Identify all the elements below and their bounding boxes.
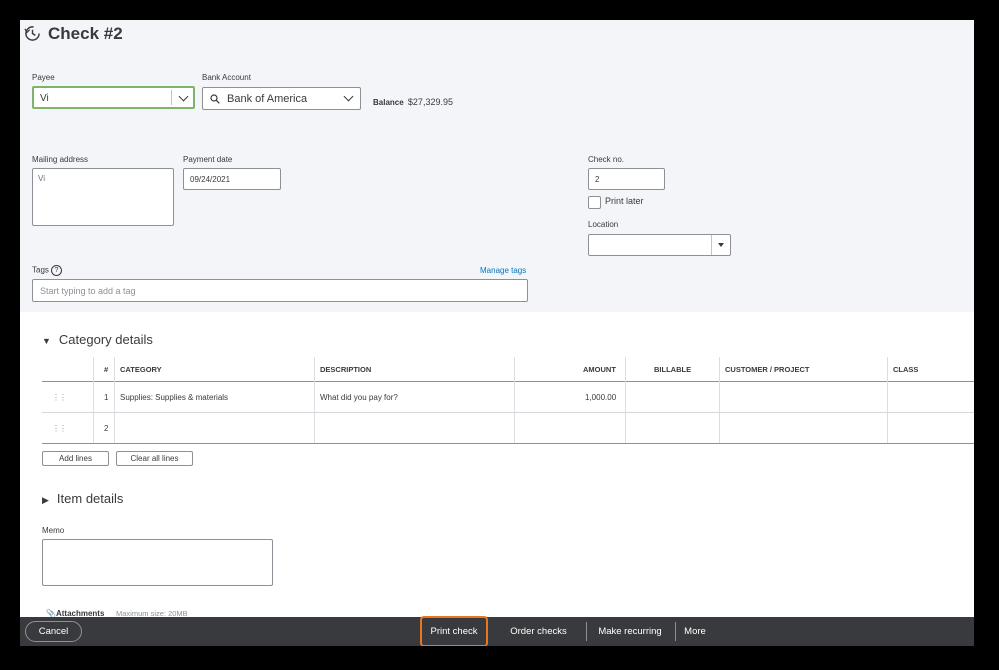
check-no-field[interactable]: 2 <box>588 168 665 190</box>
payment-date-field[interactable]: 09/24/2021 <box>183 168 281 190</box>
col-divider <box>719 357 720 443</box>
location-label: Location <box>588 220 619 229</box>
memo-field[interactable] <box>42 539 273 586</box>
help-icon[interactable]: ? <box>50 265 62 276</box>
print-check-button[interactable]: Print check <box>421 617 487 646</box>
payee-divider <box>171 90 172 105</box>
row-description[interactable]: What did you pay for? <box>320 393 398 402</box>
col-category: CATEGORY <box>120 365 162 374</box>
col-class: CLASS <box>893 365 919 374</box>
mailing-address-value: Vi <box>38 174 45 183</box>
table-row[interactable]: ⋮⋮ 2 <box>42 413 974 444</box>
chevron-down-icon[interactable] <box>178 91 189 102</box>
order-checks-button[interactable]: Order checks <box>501 617 576 646</box>
row-number: 2 <box>104 424 109 433</box>
manage-tags-link[interactable]: Manage tags <box>480 266 526 275</box>
search-icon <box>210 94 220 104</box>
row-category[interactable]: Supplies: Supplies & materials <box>120 393 228 402</box>
bank-account-label: Bank Account <box>202 73 251 82</box>
payee-label: Payee <box>32 73 55 82</box>
footer-bar: Cancel Print check Order checks Make rec… <box>20 616 974 646</box>
category-table: # CATEGORY DESCRIPTION AMOUNT BILLABLE C… <box>42 357 974 444</box>
category-details-header[interactable]: ▼ Category details <box>42 332 153 347</box>
print-later-label: Print later <box>605 196 644 206</box>
location-divider <box>711 235 712 255</box>
col-divider <box>514 357 515 443</box>
col-number: # <box>104 365 109 374</box>
item-details-title: Item details <box>56 491 124 506</box>
row-number: 1 <box>104 393 109 402</box>
row-amount[interactable]: 1,000.00 <box>585 393 616 402</box>
bank-account-value: Bank of America <box>227 93 308 105</box>
tags-label: Tags <box>32 265 49 275</box>
history-icon[interactable] <box>24 25 41 42</box>
check-no-label: Check no. <box>588 155 625 164</box>
drag-handle-icon[interactable]: ⋮⋮ <box>52 393 67 402</box>
footer-divider <box>675 622 676 641</box>
check-window: Check #2 Payee Vi Bank Account Bank of A… <box>20 20 974 646</box>
caret-right-icon: ▶ <box>42 495 49 505</box>
col-divider <box>887 357 888 443</box>
page-title: Check #2 <box>48 24 123 43</box>
footer-divider <box>586 622 587 641</box>
payment-date-label: Payment date <box>183 155 233 164</box>
payment-date-value: 09/24/2021 <box>190 175 231 184</box>
col-divider <box>314 357 315 443</box>
balance-label: Balance <box>373 98 404 107</box>
col-divider <box>625 357 626 443</box>
add-lines-button[interactable]: Add lines <box>42 451 109 466</box>
item-details-header[interactable]: ▶ Item details <box>42 491 123 506</box>
col-divider <box>114 357 115 443</box>
col-amount: AMOUNT <box>583 365 616 374</box>
print-later-checkbox[interactable] <box>588 196 601 209</box>
col-billable: BILLABLE <box>654 365 692 374</box>
balance: Balance $27,329.95 <box>373 97 453 107</box>
col-customer-project: CUSTOMER / PROJECT <box>725 365 810 374</box>
tags-placeholder: Start typing to add a tag <box>40 286 136 296</box>
more-button[interactable]: More <box>680 617 710 646</box>
bank-account-field[interactable]: Bank of America <box>202 87 361 110</box>
mailing-address-label: Mailing address <box>32 155 89 164</box>
drag-handle-icon[interactable]: ⋮⋮ <box>52 424 67 433</box>
check-no-value: 2 <box>595 175 600 184</box>
tags-input[interactable]: Start typing to add a tag <box>32 279 528 302</box>
balance-value: $27,329.95 <box>407 97 453 107</box>
location-select[interactable] <box>588 234 731 256</box>
chevron-down-icon[interactable] <box>343 91 354 102</box>
make-recurring-button[interactable]: Make recurring <box>592 617 668 646</box>
caret-down-icon: ▼ <box>42 336 51 346</box>
payee-field[interactable]: Vi <box>32 86 195 109</box>
clear-all-lines-button[interactable]: Clear all lines <box>116 451 193 466</box>
memo-label: Memo <box>42 526 65 535</box>
payee-value: Vi <box>40 93 49 104</box>
table-row[interactable]: ⋮⋮ 1 Supplies: Supplies & materials What… <box>42 382 974 413</box>
dropdown-arrow-icon[interactable] <box>718 243 724 247</box>
category-details-title: Category details <box>58 332 153 347</box>
table-header: # CATEGORY DESCRIPTION AMOUNT BILLABLE C… <box>42 357 974 382</box>
col-description: DESCRIPTION <box>320 365 372 374</box>
tags-label-wrap: Tags? <box>32 265 62 276</box>
cancel-button[interactable]: Cancel <box>25 621 82 642</box>
col-divider <box>93 357 94 443</box>
mailing-address-field[interactable]: Vi <box>32 168 174 226</box>
